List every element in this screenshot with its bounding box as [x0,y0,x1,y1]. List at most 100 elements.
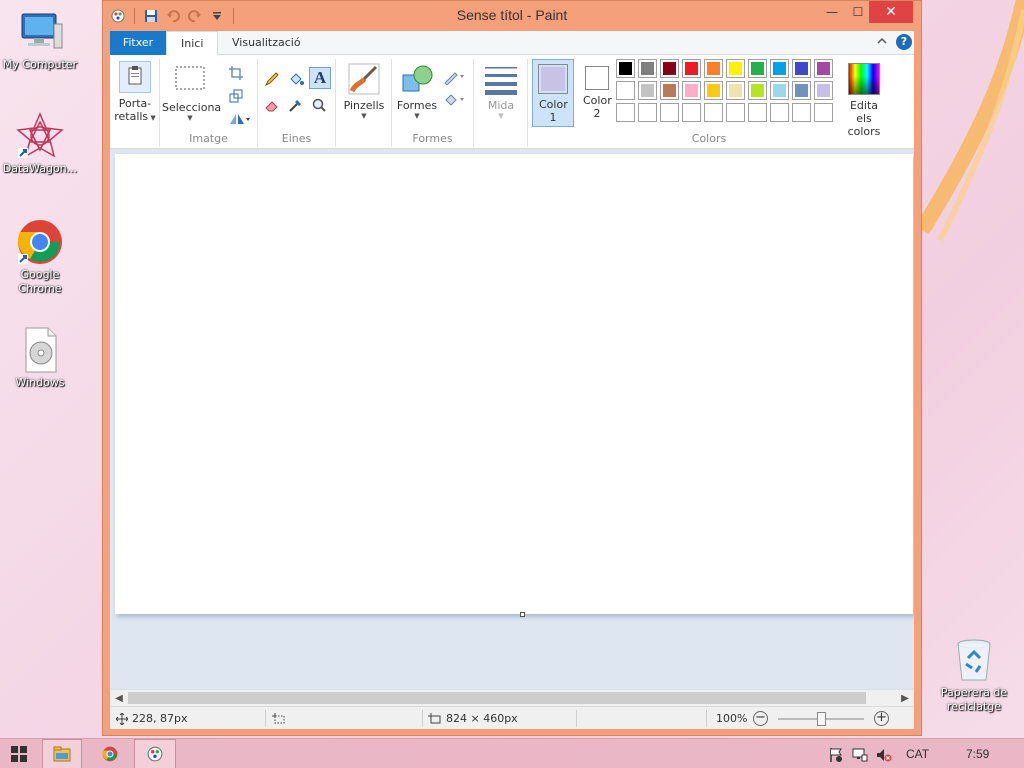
palette-swatch-fill [641,62,654,75]
palette-swatch[interactable] [792,103,811,122]
palette-swatch[interactable] [638,81,657,100]
clipboard-label: Porta-retalls [114,97,152,123]
group-colors: Color 1 Color 2 Edita els colors Colors [528,59,890,147]
select-label: Selecciona [162,101,222,114]
taskbar-file-explorer[interactable] [42,739,82,768]
scrollbar-thumb[interactable] [128,692,866,704]
palette-swatch[interactable] [682,103,701,122]
desktop-icon-my-computer[interactable]: My Computer [0,8,80,72]
action-center-flag-icon[interactable] [828,739,844,768]
fill-icon[interactable] [442,89,468,109]
color2-button[interactable]: Color 2 [578,63,616,120]
palette-swatch[interactable] [726,81,745,100]
palette-swatch[interactable] [814,103,833,122]
taskbar-paint[interactable] [134,739,176,768]
cursor-position-icon [115,707,129,730]
palette-swatch[interactable] [726,59,745,78]
canvas-resize-handle-bottom[interactable] [520,612,525,617]
folder-icon [53,746,71,762]
desktop-icon-recycle-bin[interactable]: Paperera de reciclatge [934,636,1014,714]
palette-swatch[interactable] [660,81,679,100]
scroll-right-arrow-icon[interactable]: ▶ [896,690,914,707]
desktop-icon-google-chrome[interactable]: Google Chrome [0,218,80,296]
help-button[interactable]: ? [896,34,912,50]
minimize-ribbon-chevron-icon[interactable] [876,35,888,50]
palette-swatch[interactable] [792,59,811,78]
group-label-shapes: Formes [412,132,453,145]
spectrum-shade [849,64,879,94]
eraser-icon[interactable] [262,95,282,115]
palette-swatch[interactable] [748,81,767,100]
pencil-icon[interactable] [262,69,282,89]
palette-swatch[interactable] [682,59,701,78]
palette-swatch[interactable] [660,103,679,122]
clock[interactable]: 7:59 [966,739,989,768]
palette-swatch[interactable] [770,81,789,100]
palette-swatch[interactable] [660,59,679,78]
palette-swatch[interactable] [704,59,723,78]
palette-swatch[interactable] [748,103,767,122]
color2-fill [588,69,606,87]
clipboard-button[interactable]: Porta-retalls ▼ [112,61,158,123]
palette-swatch[interactable] [682,81,701,100]
palette-swatch[interactable] [814,81,833,100]
shapes-button[interactable]: Formes ▼ [394,63,440,120]
palette-swatch[interactable] [616,59,635,78]
zoom-out-button[interactable]: − [753,711,768,726]
palette-swatch[interactable] [792,81,811,100]
zoom-slider-handle[interactable] [817,712,826,726]
palette-swatch[interactable] [814,59,833,78]
rotate-icon[interactable] [226,109,254,129]
taskbar: CAT 7:59 [0,738,1024,768]
palette-swatch[interactable] [770,59,789,78]
outline-icon[interactable] [442,67,468,87]
datawagon-icon [16,112,64,160]
dropdown-arrow-icon: ▼ [361,112,367,120]
size-button[interactable]: Mida ▼ [478,63,524,120]
palette-swatch-fill [663,106,676,119]
select-button[interactable]: Selecciona ▼ [162,65,222,122]
palette-swatch[interactable] [704,103,723,122]
tab-home[interactable]: Inici [166,31,219,56]
cursor-position: 228, 87px [132,712,188,725]
color1-button[interactable]: Color 1 [532,59,574,127]
close-button[interactable]: ✕ [869,1,913,23]
magnifier-icon[interactable] [309,95,329,115]
crop-icon[interactable] [226,63,246,83]
palette-swatch[interactable] [726,103,745,122]
color-picker-icon[interactable] [286,95,306,115]
palette-swatch-fill [641,106,654,119]
tab-file[interactable]: Fitxer [110,31,166,55]
start-button[interactable] [4,739,34,768]
desktop-icon-windows[interactable]: Windows [0,326,80,390]
dropdown-arrow-icon: ▼ [498,112,504,120]
palette-swatch[interactable] [704,81,723,100]
taskbar-chrome[interactable] [90,739,130,768]
palette-swatch[interactable] [638,103,657,122]
language-indicator[interactable]: CAT [906,739,929,768]
volume-muted-icon[interactable] [876,739,892,768]
palette-swatch[interactable] [616,103,635,122]
palette-swatch-fill [619,62,632,75]
zoom-in-button[interactable]: + [874,711,889,726]
palette-swatch[interactable] [616,81,635,100]
group-shapes: Formes ▼ Formes [392,59,474,147]
brushes-button[interactable]: Pinzells ▼ [340,63,388,120]
resize-icon[interactable] [226,86,246,106]
drawing-canvas[interactable] [115,154,913,614]
color1-swatch [538,64,568,94]
palette-swatch-fill [663,84,676,97]
palette-swatch[interactable] [770,103,789,122]
fill-bucket-icon[interactable] [286,69,306,89]
palette-swatch[interactable] [638,59,657,78]
text-tool-button[interactable]: A [309,67,331,89]
edit-colors-button[interactable]: Edita els colors [842,63,886,138]
horizontal-scrollbar[interactable]: ◀ ▶ [110,689,914,706]
desktop-icon-datawagon[interactable]: DataWagon... [0,112,80,176]
brush-icon [348,63,380,95]
network-icon[interactable] [852,739,868,768]
title-bar[interactable]: Sense títol - Paint — ☐ ✕ [103,1,921,31]
palette-swatch[interactable] [748,59,767,78]
tab-view[interactable]: Visualització [218,31,315,55]
scroll-left-arrow-icon[interactable]: ◀ [110,690,128,707]
